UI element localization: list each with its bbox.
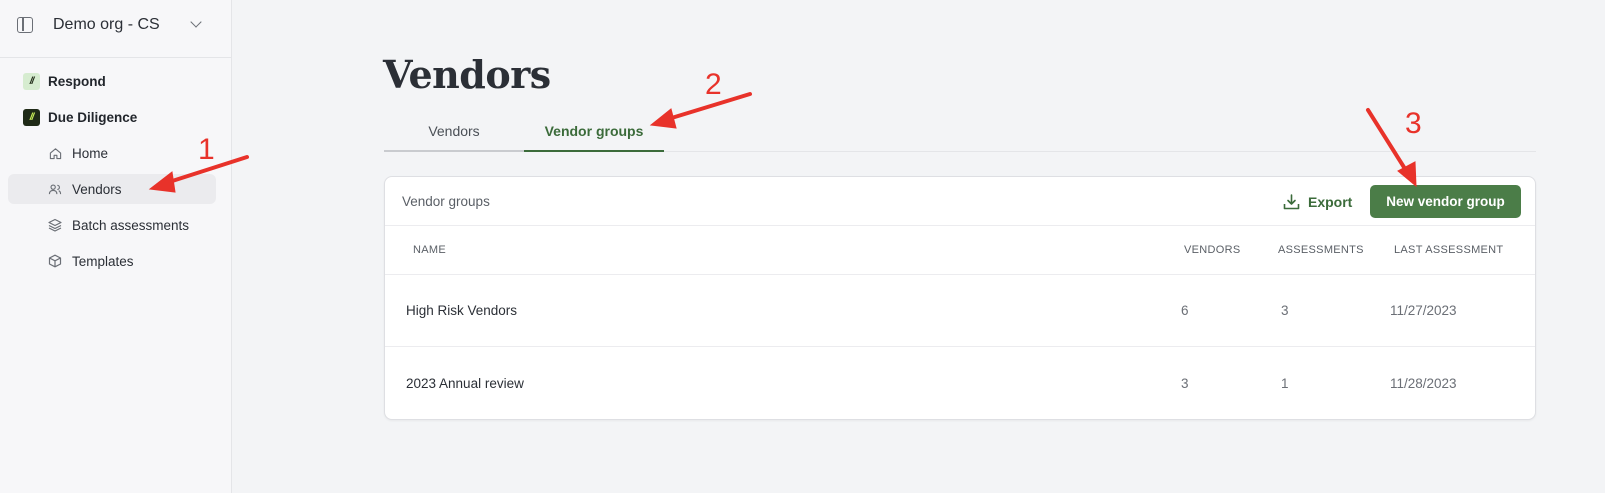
export-button[interactable]: Export [1283,186,1352,217]
column-header-last-assessment[interactable]: LAST ASSESSMENT [1394,244,1503,256]
layers-icon [48,218,62,232]
tab-bar: Vendors Vendor groups [384,112,1536,152]
assessments-count: 3 [1281,303,1289,318]
sidebar-item-templates[interactable]: Templates [8,246,216,276]
sidebar-item-due-diligence[interactable]: // Due Diligence [8,102,216,132]
vendor-group-name[interactable]: High Risk Vendors [406,303,517,318]
sidebar-item-label: Vendors [72,182,122,197]
org-name: Demo org - CS [53,16,160,33]
column-header-assessments[interactable]: ASSESSMENTS [1278,244,1364,256]
column-header-name[interactable]: NAME [413,244,446,256]
home-icon [48,146,62,160]
vendors-count: 3 [1181,376,1189,391]
last-assessment-date: 11/28/2023 [1390,376,1457,391]
annotation-label: 1 [198,133,215,166]
vendor-group-name[interactable]: 2023 Annual review [406,376,524,391]
sidebar-toggle-icon[interactable] [17,17,33,33]
tab-vendor-groups[interactable]: Vendor groups [524,112,664,152]
assessments-count: 1 [1281,376,1289,391]
table-row[interactable]: 2023 Annual review 3 1 11/28/2023 [385,348,1535,419]
vendor-groups-card: Vendor groups Export New vendor group NA… [384,176,1536,420]
annotation-label: 3 [1405,107,1422,140]
annotation-label: 2 [705,68,722,101]
org-switcher[interactable]: Demo org - CS [0,0,231,58]
export-label: Export [1308,193,1353,210]
respond-logo-icon: // [23,73,40,90]
sidebar-item-label: Templates [72,254,134,269]
card-header: Vendor groups Export New vendor group [385,177,1535,226]
sidebar-item-label: Respond [48,74,106,89]
chevron-down-icon[interactable] [190,16,202,28]
due-diligence-logo-icon: // [23,109,40,126]
sidebar-item-label: Batch assessments [72,218,190,233]
tab-vendors[interactable]: Vendors [384,112,524,152]
vendors-count: 6 [1181,303,1189,318]
sidebar-item-label: Home [72,146,109,161]
page-title: Vendors [383,52,551,97]
table-row[interactable]: High Risk Vendors 6 3 11/27/2023 [385,275,1535,347]
sidebar-item-vendors[interactable]: Vendors [8,174,216,204]
box-icon [48,254,62,268]
last-assessment-date: 11/27/2023 [1390,303,1457,318]
column-header-vendors[interactable]: VENDORS [1184,244,1241,256]
sidebar-item-batch-assessments[interactable]: Batch assessments [8,210,216,240]
sidebar-item-label: Due Diligence [48,110,138,125]
users-icon [48,182,62,196]
sidebar: Demo org - CS // Respond // Due Diligenc… [0,0,232,493]
sidebar-item-home[interactable]: Home [8,138,216,168]
sidebar-item-respond[interactable]: // Respond [8,66,216,96]
card-title: Vendor groups [402,194,490,209]
table-header: NAME VENDORS ASSESSMENTS LAST ASSESSMENT [385,226,1535,275]
download-icon [1283,193,1300,209]
new-vendor-group-button[interactable]: New vendor group [1370,185,1521,218]
